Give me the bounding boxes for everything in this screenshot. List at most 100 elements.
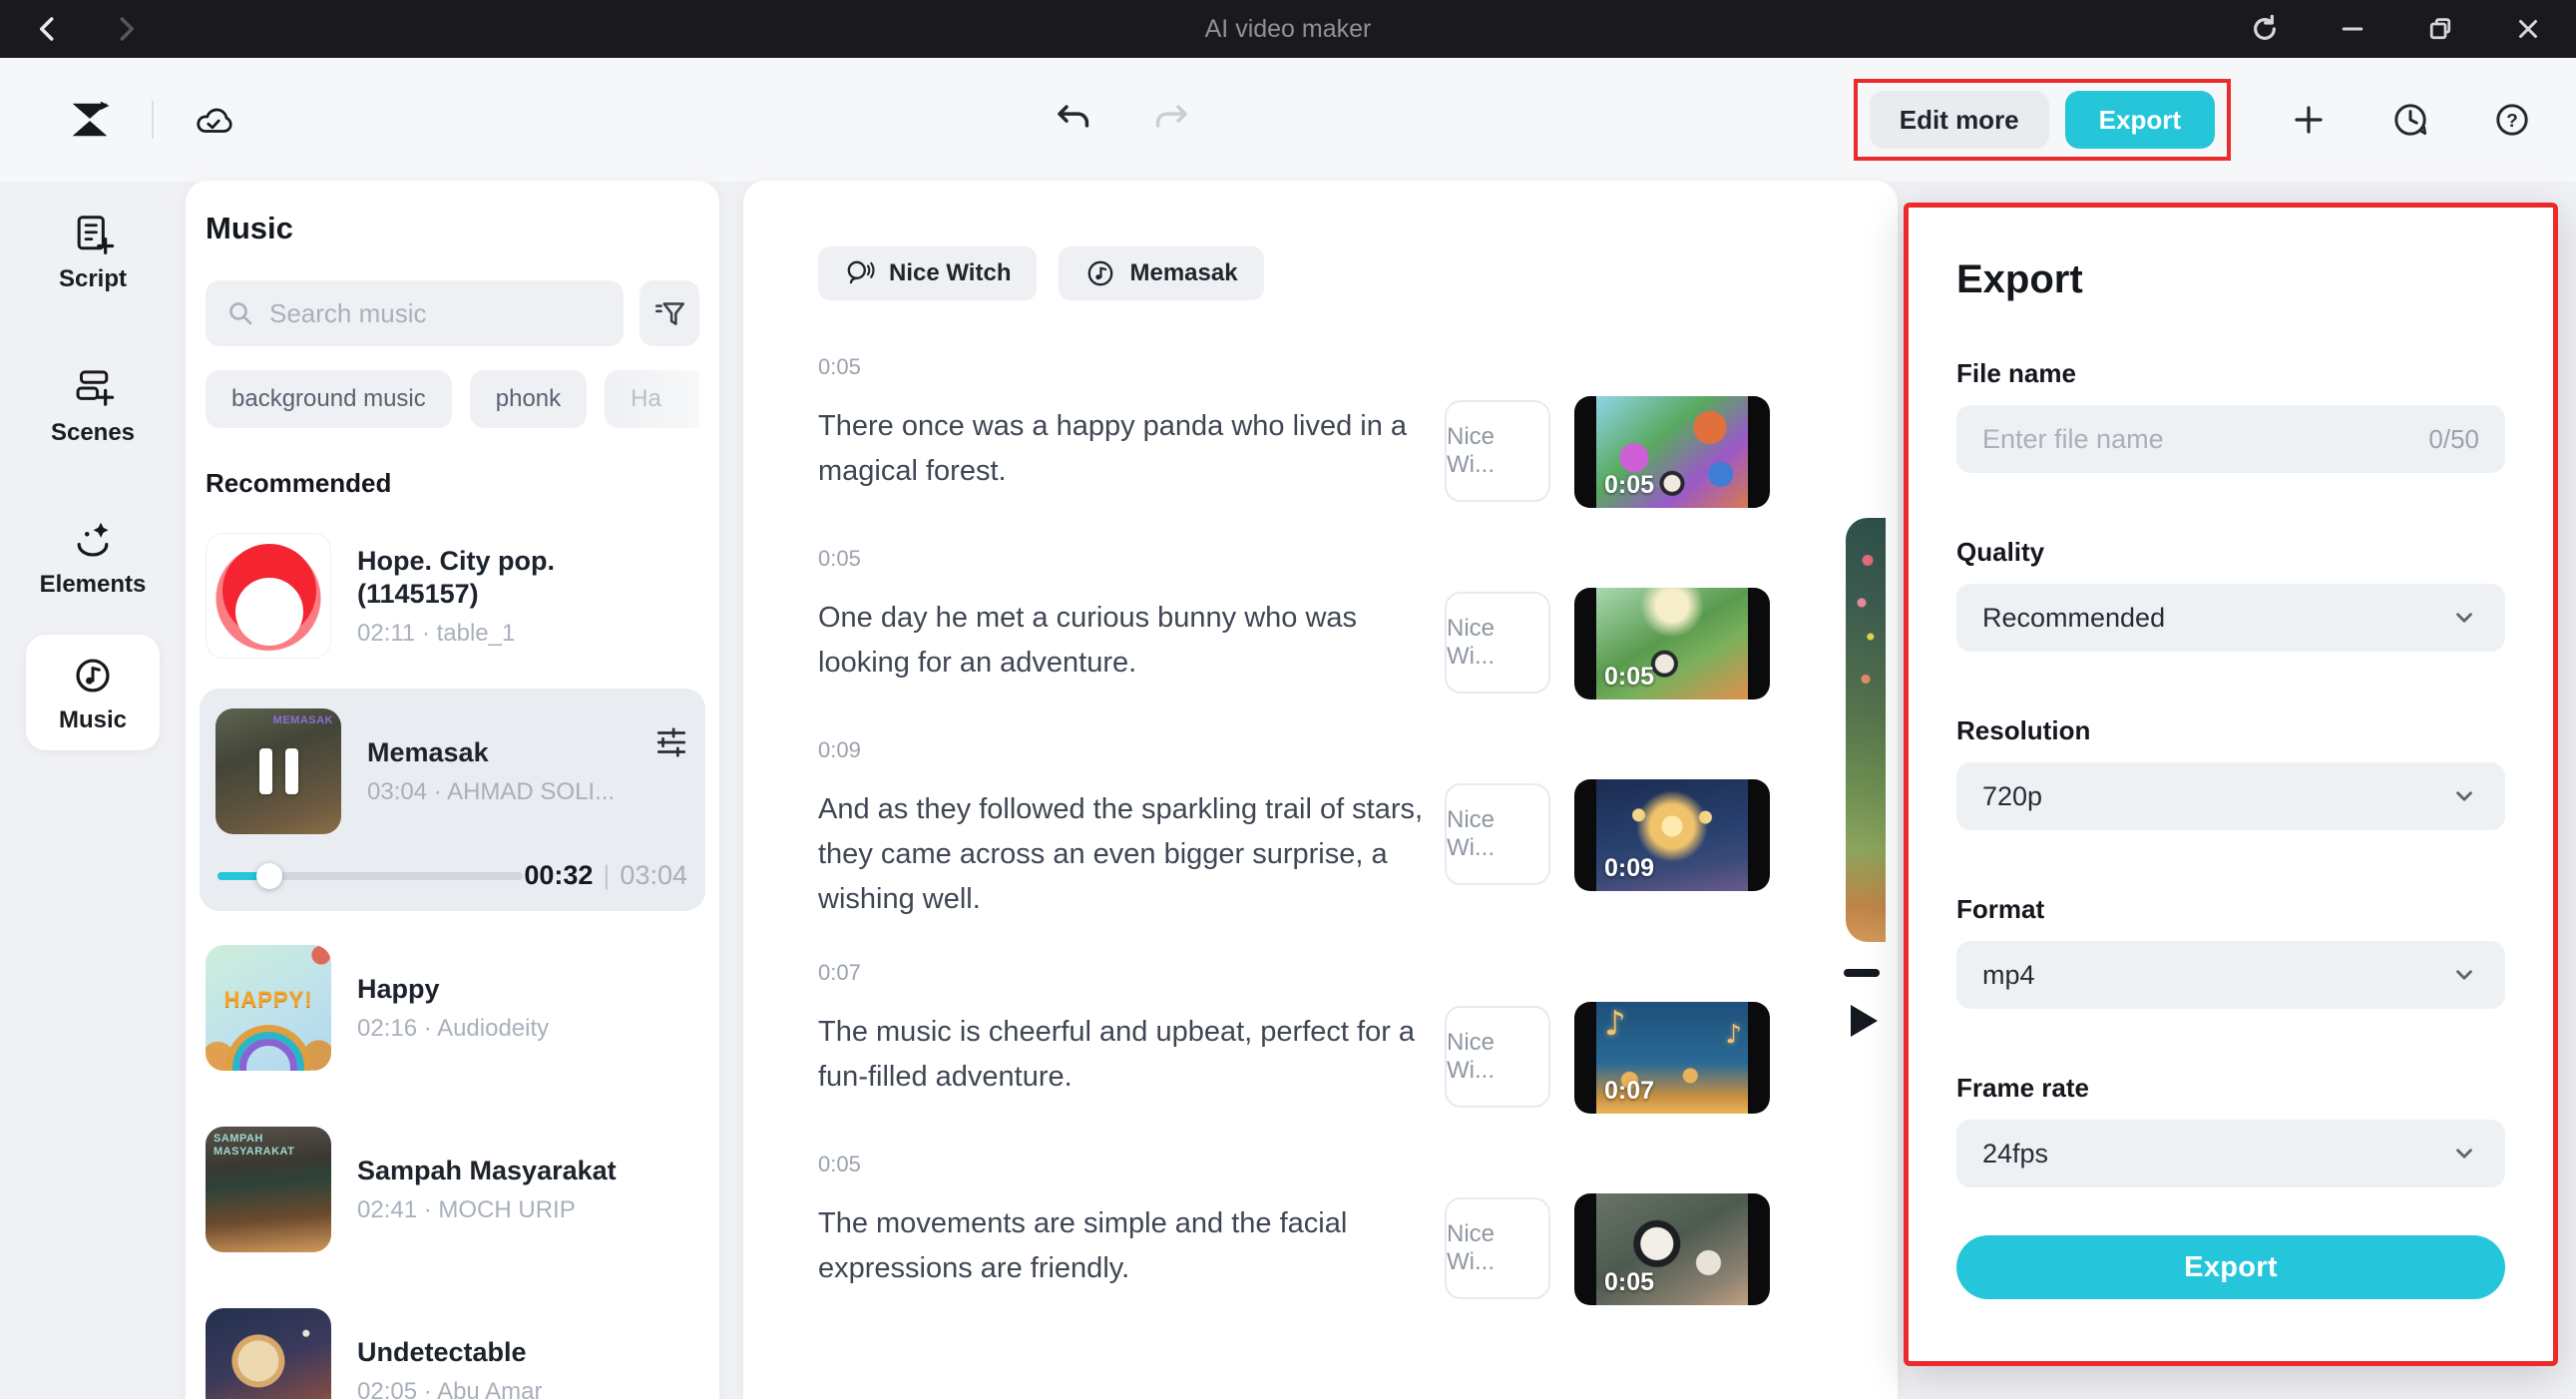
help-button[interactable]: ? (2488, 96, 2536, 144)
track-memasak-selected[interactable]: MEMASAK Memasak 03:04 · AHMAD SOLI... (200, 689, 705, 911)
sidebar-item-script[interactable]: Script (18, 202, 168, 303)
export-panel: Export File name 0/50 Quality Recommende… (1904, 203, 2558, 1366)
format-field-group: Format mp4 (1956, 894, 2505, 1009)
history-button[interactable] (2386, 96, 2434, 144)
script-segment: 0:05 The movements are simple and the fa… (818, 1152, 1770, 1305)
track-artwork: SAMPAH MASYARAKAT (206, 1127, 331, 1252)
format-dropdown[interactable]: mp4 (1956, 941, 2505, 1009)
frame-rate-value: 24fps (1982, 1139, 2048, 1169)
sidebar-item-label: Scenes (51, 419, 135, 447)
pause-icon[interactable] (215, 708, 341, 834)
add-button[interactable] (2285, 96, 2333, 144)
frame-rate-dropdown[interactable]: 24fps (1956, 1120, 2505, 1187)
sidebar-item-music[interactable]: Music (26, 635, 160, 750)
sidebar-item-elements[interactable]: Elements (18, 507, 168, 609)
filter-button[interactable] (640, 280, 699, 346)
tag-truncated[interactable]: Ha (605, 370, 699, 428)
redo-icon (1150, 99, 1192, 141)
script-panel: Nice Witch Memasak 0:05 There once was a… (743, 181, 1898, 1399)
track-artwork: HAPPY! (206, 945, 331, 1071)
resolution-label: Resolution (1956, 715, 2505, 746)
zoom-out-button[interactable] (1844, 969, 1880, 977)
progress-fill (217, 872, 269, 880)
search-icon (225, 298, 255, 328)
segment-thumbnail[interactable]: 0:05 (1574, 396, 1770, 508)
segment-thumbnail[interactable]: 0:09 (1574, 779, 1770, 891)
frame-rate-label: Frame rate (1956, 1073, 2505, 1104)
export-button-toolbar[interactable]: Export (2065, 91, 2215, 149)
track-meta: 03:04 · AHMAD SOLI... (367, 778, 615, 806)
sidebar-item-label: Script (59, 265, 127, 293)
track-sampah-masyarakat[interactable]: SAMPAH MASYARAKAT Sampah Masyarakat 02:4… (206, 1119, 699, 1260)
voice-badge[interactable]: Nice Wi... (1445, 1006, 1550, 1108)
segment-thumbnail[interactable]: 0:05 (1574, 1193, 1770, 1305)
track-artwork (206, 1308, 331, 1399)
tag-background-music[interactable]: background music (206, 370, 452, 428)
tag-phonk[interactable]: phonk (470, 370, 587, 428)
left-sidebar: Script Scenes Elements Music (0, 182, 186, 1399)
voice-icon (844, 257, 876, 289)
segment-text[interactable]: There once was a happy panda who lived i… (818, 404, 1445, 494)
export-confirm-button[interactable]: Export (1956, 1235, 2505, 1299)
audio-settings-button[interactable] (653, 724, 689, 760)
quality-field-group: Quality Recommended (1956, 537, 2505, 652)
segment-thumbnail[interactable]: 0:05 (1574, 588, 1770, 700)
chevron-down-icon (2449, 781, 2479, 811)
track-hope[interactable]: Hope. City pop. (1145157) 02:11 · table_… (206, 525, 699, 667)
search-input[interactable] (269, 298, 604, 329)
file-name-label: File name (1956, 358, 2505, 389)
segment-text[interactable]: And as they followed the sparkling trail… (818, 787, 1445, 922)
track-title: Undetectable (357, 1336, 542, 1369)
segment-text[interactable]: The music is cheerful and upbeat, perfec… (818, 1010, 1445, 1100)
artwork-text: SAMPAH MASYARAKAT (214, 1133, 303, 1159)
play-icon[interactable] (1851, 1005, 1878, 1037)
segment-thumbnail[interactable]: ♪♪ 0:07 (1574, 1002, 1770, 1114)
progress-knob[interactable] (256, 863, 282, 889)
redo-button[interactable] (1147, 96, 1195, 144)
thumbnail-duration: 0:05 (1604, 471, 1654, 500)
cloud-sync-button[interactable] (190, 96, 237, 144)
annotation-box-toolbar: Edit more Export (1854, 79, 2231, 161)
track-undetectable[interactable]: Undetectable 02:05 · Abu Amar (206, 1300, 699, 1399)
chip-label: Memasak (1129, 259, 1237, 287)
segment-list: 0:05 There once was a happy panda who li… (743, 354, 1898, 1305)
segment-time: 0:05 (818, 354, 1770, 380)
track-happy[interactable]: HAPPY! Happy 02:16 · Audiodeity (206, 937, 699, 1079)
undo-button[interactable] (1050, 96, 1097, 144)
scenes-icon (70, 365, 116, 411)
progress-bar[interactable] (217, 872, 523, 880)
voice-badge[interactable]: Nice Wi... (1445, 400, 1550, 502)
recommended-heading: Recommended (206, 468, 699, 499)
help-icon: ? (2491, 99, 2533, 141)
voice-badge[interactable]: Nice Wi... (1445, 1197, 1550, 1299)
sidebar-item-scenes[interactable]: Scenes (18, 355, 168, 457)
sidebar-item-label: Elements (40, 571, 147, 599)
chevron-down-icon (2449, 1139, 2479, 1168)
chip-music-memasak[interactable]: Memasak (1059, 246, 1263, 300)
segment-time: 0:05 (818, 546, 1770, 572)
capcut-logo-icon (64, 98, 116, 142)
track-title: Happy (357, 973, 549, 1006)
thumbnail-duration: 0:09 (1604, 854, 1654, 883)
segment-text[interactable]: One day he met a curious bunny who was l… (818, 596, 1445, 686)
segment-text[interactable]: The movements are simple and the facial … (818, 1201, 1445, 1291)
quality-dropdown[interactable]: Recommended (1956, 584, 2505, 652)
thumbnail-duration: 0:05 (1604, 1268, 1654, 1297)
thumbnail-duration: 0:07 (1604, 1077, 1654, 1106)
track-title: Hope. City pop. (1145157) (357, 545, 656, 611)
voice-badge[interactable]: Nice Wi... (1445, 592, 1550, 694)
music-panel: Music background music phonk Ha Recommen… (186, 181, 719, 1399)
filter-icon (651, 295, 687, 331)
resolution-dropdown[interactable]: 720p (1956, 762, 2505, 830)
track-title: Memasak (367, 736, 615, 769)
script-segment: 0:09 And as they followed the sparkling … (818, 737, 1770, 922)
file-name-input[interactable] (1982, 424, 2414, 455)
video-preview-sliver (1846, 518, 1886, 942)
segment-time: 0:07 (818, 960, 1770, 986)
clock-history-icon (2389, 99, 2431, 141)
chip-voice-nice-witch[interactable]: Nice Witch (818, 246, 1037, 300)
sliders-icon (653, 724, 689, 760)
edit-more-button[interactable]: Edit more (1870, 91, 2049, 149)
script-segment: 0:05 There once was a happy panda who li… (818, 354, 1770, 508)
voice-badge[interactable]: Nice Wi... (1445, 783, 1550, 885)
